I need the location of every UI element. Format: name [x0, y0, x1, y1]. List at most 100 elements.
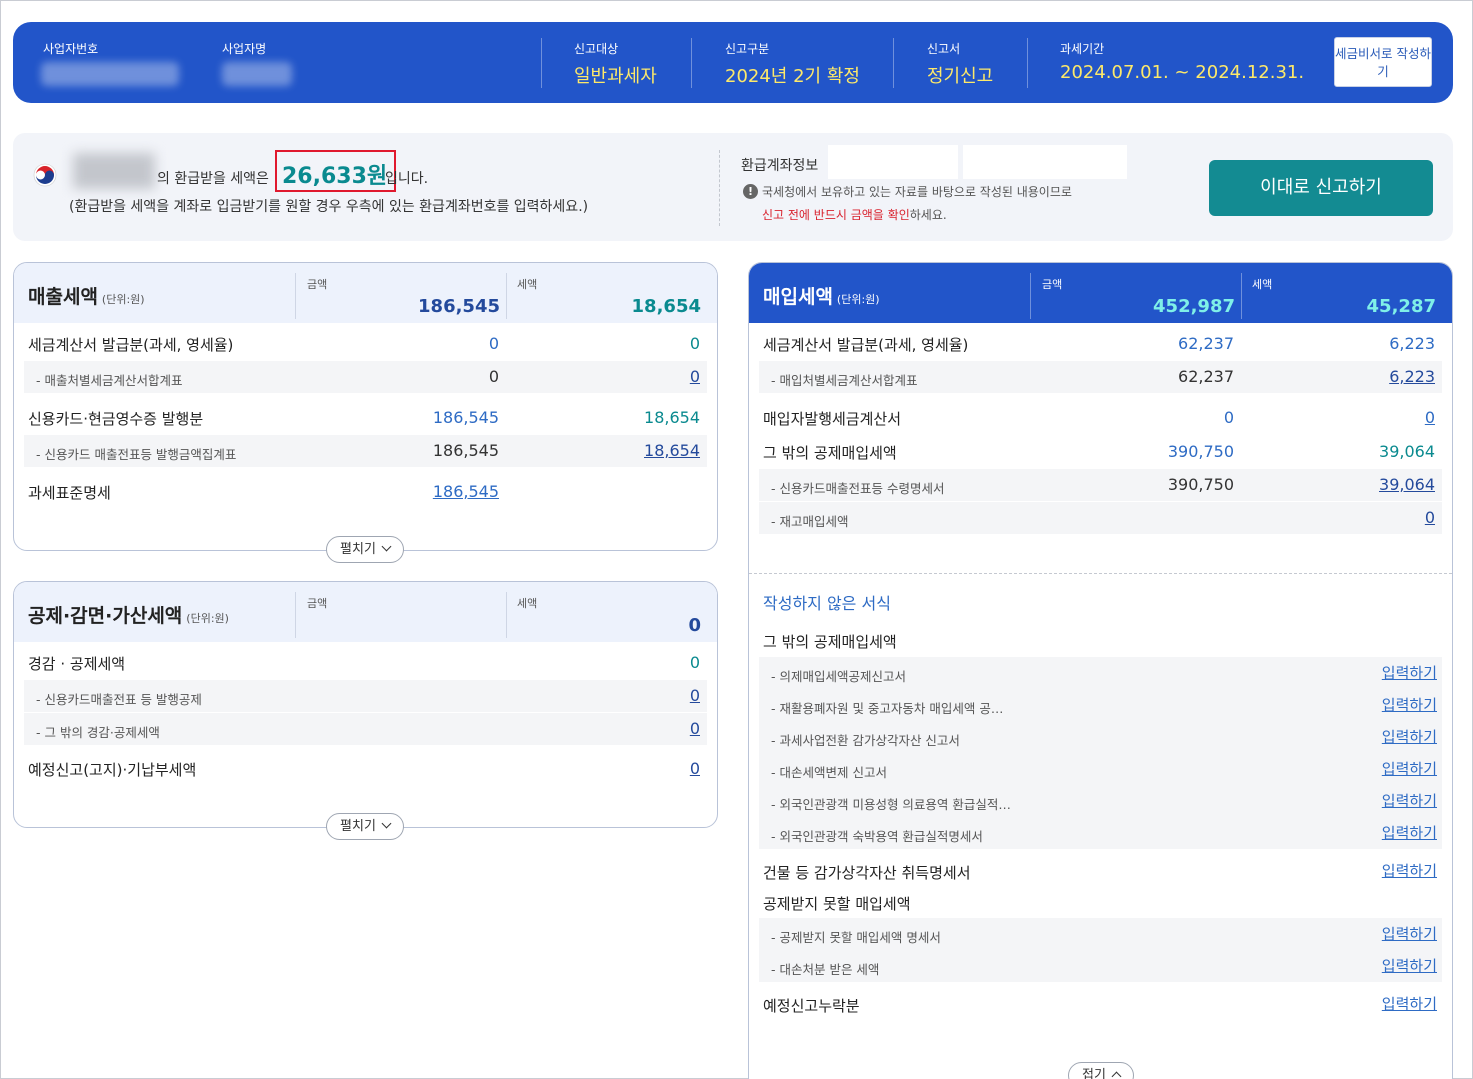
- sales-row-tax-base: 과세표준명세 186,545: [14, 475, 717, 507]
- col-amount-label: 금액: [307, 278, 328, 291]
- sales-row-card-summary: - 신용카드 매출전표등 발행금액집계표 186,545 18,654: [24, 435, 707, 467]
- refund-amount: 26,633원: [282, 164, 388, 189]
- submit-report-button[interactable]: 이대로 신고하기: [1209, 160, 1433, 216]
- row-tax-link[interactable]: 0: [690, 719, 700, 738]
- type-label: 신고구분: [725, 42, 770, 56]
- unwritten-item: - 공제받지 못할 매입세액 명세서 입력하기: [759, 918, 1442, 950]
- col-tax-label: 세액: [1252, 278, 1273, 291]
- refund-note: (환급받을 세액을 계좌로 입금받기를 원할 경우 우측에 있는 환급계좌번호를…: [69, 199, 589, 215]
- row-tax: 6,223: [1389, 334, 1435, 353]
- deduction-panel: 공제·감면·가산세액 (단위:원) 금액 세액 0 경감 · 공제세액 0 - 신…: [13, 581, 718, 828]
- row-label: 예정신고(고지)·기납부세액: [28, 761, 197, 779]
- summary-divider: [719, 150, 720, 226]
- input-link[interactable]: 입력하기: [1382, 822, 1437, 843]
- form-label: 신고서: [927, 42, 961, 56]
- sales-expand-button[interactable]: 펼치기: [326, 536, 404, 563]
- input-link[interactable]: 입력하기: [1382, 790, 1437, 811]
- sales-row-invoice-summary: - 매출처별세금계산서합계표 0 0: [24, 361, 707, 393]
- period-value: 2024.07.01. ~ 2024.12.31.: [1060, 62, 1305, 83]
- input-link[interactable]: 입력하기: [1382, 955, 1437, 976]
- refund-account-number-field[interactable]: [963, 145, 1127, 179]
- exclamation-circle-icon: !: [743, 184, 758, 199]
- section-divider: [749, 573, 1452, 574]
- input-link[interactable]: 입력하기: [1382, 758, 1437, 779]
- tax-secretary-button[interactable]: 세금비서로 작성하기: [1334, 37, 1432, 87]
- sales-total-amount: 186,545: [418, 296, 500, 317]
- row-label: 그 밖의 공제매입세액: [763, 633, 897, 651]
- refund-text-after: 입니다.: [385, 171, 429, 187]
- col-amount-label: 금액: [1042, 278, 1063, 291]
- input-link[interactable]: 입력하기: [1382, 726, 1437, 747]
- row-tax-link[interactable]: 0: [690, 686, 700, 705]
- warning-line-1: 국세청에서 보유하고 있는 자료를 바탕으로 작성된 내용이므로: [762, 185, 1072, 199]
- unwritten-group: 예정신고누락분 입력하기: [749, 988, 1452, 1020]
- input-link[interactable]: 입력하기: [1382, 860, 1437, 881]
- unwritten-group: 공제받지 못할 매입세액: [749, 886, 1452, 918]
- biz-name-label: 사업자명: [222, 42, 267, 56]
- row-amount: 62,237: [1178, 334, 1234, 353]
- row-amount: 186,545: [432, 441, 499, 460]
- row-amount: 390,750: [1167, 442, 1234, 461]
- input-link[interactable]: 입력하기: [1382, 923, 1437, 944]
- row-label: 세금계산서 발급분(과세, 영세율): [763, 336, 969, 354]
- row-label: - 재활용폐자원 및 중고자동차 매입세액 공…: [771, 701, 1004, 716]
- chevron-down-icon: [381, 541, 392, 552]
- unwritten-group: 건물 등 감가상각자산 취득명세서 입력하기: [749, 855, 1452, 887]
- chevron-up-icon: [1111, 1071, 1122, 1079]
- deduction-expand-button[interactable]: 펼치기: [326, 813, 404, 840]
- header-divider: [691, 38, 692, 88]
- purchase-tax-panel: 매입세액 (단위:원) 금액 452,987 세액 45,287 세금계산서 발급…: [748, 262, 1453, 1079]
- row-tax: 39,064: [1379, 442, 1435, 461]
- refund-account-field[interactable]: [828, 145, 958, 179]
- purchase-collapse-button[interactable]: 접기: [1068, 1062, 1134, 1079]
- unwritten-item: - 대손처분 받은 세액 입력하기: [759, 950, 1442, 982]
- deduction-row-other: - 그 밖의 경감·공제세액 0: [24, 713, 707, 745]
- row-label: - 대손세액변제 신고서: [771, 765, 887, 780]
- col-tax-label: 세액: [517, 597, 538, 610]
- row-amount-link[interactable]: 186,545: [433, 482, 499, 501]
- sales-row-card: 신용카드·현금영수증 발행분 186,545 18,654: [14, 401, 717, 433]
- deduction-row-card: - 신용카드매출전표 등 발행공제 0: [24, 680, 707, 712]
- biz-no-label: 사업자번호: [43, 42, 99, 56]
- warning-line-2: 신고 전에 반드시 금액을 확인하세요.: [762, 206, 947, 223]
- input-link[interactable]: 입력하기: [1382, 993, 1437, 1014]
- row-tax-link[interactable]: 39,064: [1379, 475, 1435, 494]
- row-label: - 매출처별세금계산서합계표: [36, 373, 183, 388]
- row-amount: 390,750: [1167, 475, 1234, 494]
- column-divider: [295, 273, 296, 319]
- row-label: - 외국인관광객 미용성형 의료용역 환급실적…: [771, 797, 1011, 812]
- purchase-row-inventory: - 재고매입세액 0: [759, 502, 1442, 534]
- sales-row-invoice: 세금계산서 발급분(과세, 영세율) 0 0: [14, 327, 717, 359]
- row-label: 매입자발행세금계산서: [763, 410, 902, 428]
- row-label: 건물 등 감가상각자산 취득명세서: [763, 864, 971, 882]
- row-tax-link[interactable]: 6,223: [1389, 367, 1435, 386]
- row-label: - 재고매입세액: [771, 514, 849, 529]
- row-tax-link[interactable]: 18,654: [644, 441, 700, 460]
- warning-red-text: 신고 전에 반드시 금액을 확인: [762, 208, 910, 222]
- header-divider: [893, 38, 894, 88]
- sales-tax-title: 매출세액 (단위:원): [28, 286, 145, 308]
- row-tax-link[interactable]: 0: [1425, 508, 1435, 527]
- row-tax-link[interactable]: 0: [1425, 408, 1435, 427]
- chevron-down-icon: [381, 818, 392, 829]
- row-label: 신용카드·현금영수증 발행분: [28, 410, 204, 428]
- sales-total-tax: 18,654: [631, 296, 701, 317]
- expand-label: 펼치기: [340, 819, 376, 834]
- unwritten-item: - 과세사업전환 감가상각자산 신고서 입력하기: [759, 721, 1442, 753]
- column-divider: [506, 592, 507, 638]
- input-link[interactable]: 입력하기: [1382, 662, 1437, 683]
- input-link[interactable]: 입력하기: [1382, 694, 1437, 715]
- row-label: - 외국인관광객 숙박용역 환급실적명세서: [771, 829, 983, 844]
- row-tax: 18,654: [644, 408, 700, 427]
- row-tax-link[interactable]: 0: [690, 759, 700, 778]
- row-label: - 신용카드 매출전표등 발행금액집계표: [36, 447, 237, 462]
- deduction-header: 공제·감면·가산세액 (단위:원) 금액 세액 0: [14, 582, 717, 642]
- type-value: 2024년 2기 확정: [725, 66, 860, 87]
- row-label: - 신용카드매출전표 등 발행공제: [36, 692, 202, 707]
- biz-no-value-redacted: [41, 62, 179, 86]
- sales-tax-header: 매출세액 (단위:원) 금액 186,545 세액 18,654: [14, 263, 717, 323]
- target-value: 일반과세자: [574, 66, 657, 87]
- row-tax-link[interactable]: 0: [690, 367, 700, 386]
- row-label: - 과세사업전환 감가상각자산 신고서: [771, 733, 960, 748]
- row-label: - 그 밖의 경감·공제세액: [36, 725, 160, 740]
